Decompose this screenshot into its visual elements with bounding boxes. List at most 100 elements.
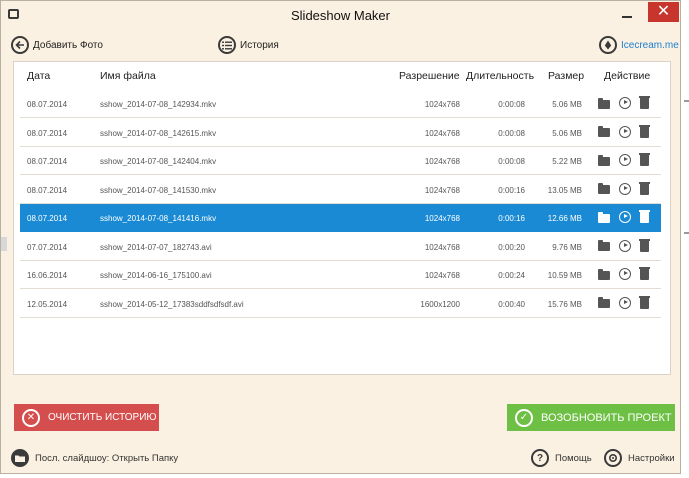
back-arrow-icon (11, 36, 29, 54)
folder-icon[interactable] (598, 268, 610, 280)
cell-size: 5.06 MB (552, 128, 582, 138)
play-icon[interactable] (619, 211, 631, 223)
row-actions (598, 96, 650, 109)
cell-duration: 0:00:20 (498, 242, 525, 252)
header-duration: Длительность (466, 70, 535, 82)
window-title: Slideshow Maker (291, 8, 390, 23)
header-resolution: Разрешение (399, 70, 460, 82)
folder-icon[interactable] (598, 126, 610, 137)
cell-resolution: 1024x768 (424, 128, 460, 138)
app-window: Slideshow Maker ✕ Добавить Фото История … (0, 0, 681, 474)
cell-duration: 0:00:40 (498, 299, 525, 309)
cell-date: 08.07.2014 (27, 128, 68, 138)
resume-project-label: ВОЗОБНОВИТЬ ПРОЕКТ (541, 411, 672, 424)
cell-filename: sshow_2014-06-16_175100.avi (100, 271, 212, 280)
help-label: Помощь (555, 452, 592, 464)
trash-icon[interactable] (639, 96, 650, 109)
table-header: Дата Имя файла Разрешение Длительность Р… (14, 62, 670, 90)
cell-date: 07.07.2014 (27, 242, 68, 252)
header-action: Действие (604, 70, 651, 82)
cell-date: 08.07.2014 (27, 214, 68, 223)
folder-icon (11, 449, 29, 467)
trash-icon[interactable] (639, 124, 650, 138)
add-photo-button[interactable]: Добавить Фото (11, 33, 103, 57)
play-icon[interactable] (619, 239, 631, 252)
trash-icon[interactable] (639, 295, 650, 309)
background-mark (1, 237, 7, 251)
header-date: Дата (27, 70, 51, 82)
cell-filename: sshow_2014-07-08_142934.mkv (100, 100, 217, 109)
cell-date: 08.07.2014 (27, 100, 68, 109)
trash-icon[interactable] (639, 267, 650, 280)
folder-icon[interactable] (598, 240, 610, 251)
table-row[interactable]: 12.05.2014 sshow_2014-05-12_17383sddfsdfs… (20, 290, 661, 318)
table-row[interactable]: 08.07.2014 sshow_2014-07-08_142934.mkv 102… (20, 90, 661, 118)
cell-resolution: 1024x768 (424, 100, 460, 109)
background-mark (684, 100, 689, 102)
cell-resolution: 1024x768 (424, 185, 460, 195)
trash-icon[interactable] (639, 238, 650, 252)
resume-project-button[interactable]: ✓ ВОЗОБНОВИТЬ ПРОЕКТ (507, 404, 675, 431)
folder-icon[interactable] (598, 183, 610, 194)
clear-history-label: ОЧИСТИТЬ ИСТОРИЮ (48, 412, 157, 423)
cell-size: 12.66 MB (547, 214, 582, 223)
row-actions (598, 295, 650, 309)
close-icon: ✕ (22, 408, 40, 427)
toolbar: Добавить Фото История Icecream.me (1, 31, 680, 57)
cell-duration: 0:00:08 (498, 100, 525, 109)
cell-filename: sshow_2014-07-07_182743.avi (100, 242, 212, 252)
history-label: История (240, 39, 279, 51)
play-icon[interactable] (619, 296, 631, 309)
cell-date: 12.05.2014 (27, 299, 68, 309)
open-folder-link[interactable]: Посл. слайдшоу: Открыть Папку (11, 449, 178, 467)
cell-date: 08.07.2014 (27, 185, 68, 195)
list-icon (218, 36, 236, 54)
cell-filename: sshow_2014-05-12_17383sddfsdfsdf.avi (100, 299, 244, 309)
close-window-button[interactable]: ✕ (648, 2, 679, 22)
table-row[interactable]: 16.06.2014 sshow_2014-06-16_175100.avi 102… (20, 261, 661, 289)
cell-filename: sshow_2014-07-08_142615.mkv (100, 128, 217, 138)
play-icon[interactable] (619, 182, 631, 195)
folder-icon[interactable] (598, 97, 610, 109)
clear-history-button[interactable]: ✕ ОЧИСТИТЬ ИСТОРИЮ (14, 404, 159, 431)
play-icon[interactable] (619, 154, 631, 166)
minimize-button[interactable] (615, 7, 639, 25)
folder-icon[interactable] (598, 297, 610, 308)
play-icon[interactable] (619, 125, 631, 138)
cell-date: 16.06.2014 (27, 271, 68, 280)
trash-icon[interactable] (639, 210, 650, 223)
trash-icon[interactable] (639, 153, 650, 166)
cell-duration: 0:00:08 (498, 128, 525, 138)
cell-size: 10.59 MB (547, 271, 582, 280)
row-actions (598, 124, 650, 138)
footer: Посл. слайдшоу: Открыть Папку ? Помощь Н… (1, 445, 680, 473)
cell-filename: sshow_2014-07-08_141416.mkv (100, 214, 217, 223)
settings-button[interactable]: Настройки (604, 449, 675, 467)
history-button[interactable]: История (218, 33, 279, 57)
table-row[interactable]: 07.07.2014 sshow_2014-07-07_182743.avi 102… (20, 233, 661, 261)
row-actions (598, 181, 650, 195)
cell-size: 5.06 MB (552, 100, 582, 109)
trash-icon[interactable] (639, 181, 650, 195)
row-actions (598, 238, 650, 252)
folder-icon[interactable] (598, 211, 610, 223)
cell-date: 08.07.2014 (27, 157, 68, 166)
brand-link-text: Icecream.me (621, 39, 679, 51)
folder-icon[interactable] (598, 154, 610, 166)
brand-link[interactable]: Icecream.me (599, 33, 679, 57)
settings-label: Настройки (628, 452, 675, 464)
play-icon[interactable] (619, 268, 631, 280)
table-row[interactable]: 08.07.2014 sshow_2014-07-08_142404.mkv 102… (20, 147, 661, 175)
table-row[interactable]: 08.07.2014 sshow_2014-07-08_141530.mkv 102… (20, 176, 661, 204)
cell-size: 5.22 MB (552, 157, 582, 166)
play-icon[interactable] (619, 97, 631, 109)
table-row[interactable]: 08.07.2014 sshow_2014-07-08_142615.mkv 102… (20, 119, 661, 147)
cell-filename: sshow_2014-07-08_141530.mkv (100, 185, 217, 195)
cell-resolution: 1024x768 (424, 157, 460, 166)
gear-icon (604, 449, 622, 467)
table-row[interactable]: 08.07.2014 sshow_2014-07-08_141416.mkv 102… (20, 204, 661, 232)
ice-drop-icon (599, 36, 617, 54)
help-button[interactable]: ? Помощь (531, 449, 592, 467)
cell-filename: sshow_2014-07-08_142404.mkv (100, 157, 217, 166)
cell-resolution: 1024x768 (424, 271, 460, 280)
